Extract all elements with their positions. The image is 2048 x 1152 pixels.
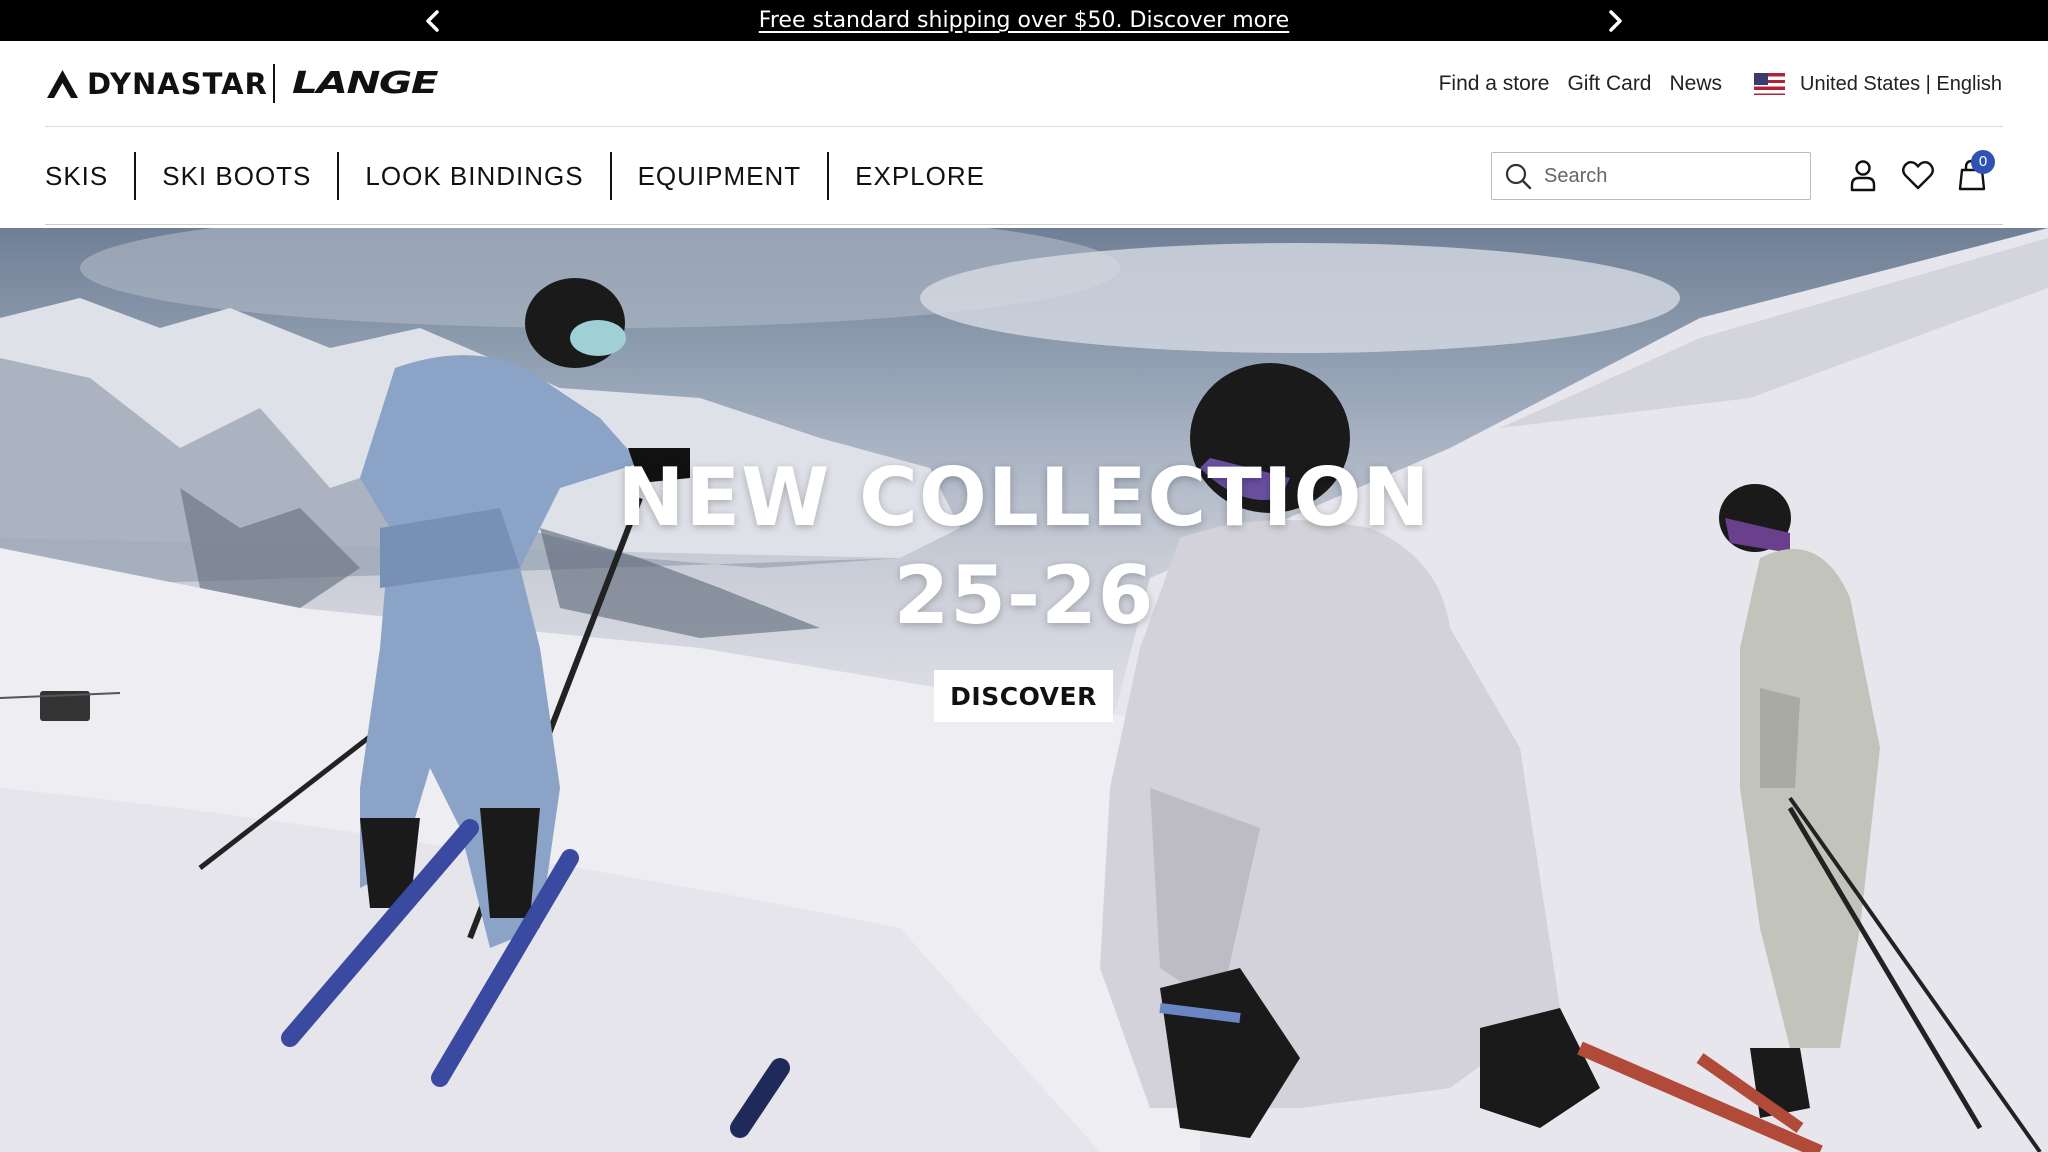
locale-label: United States | English [1800, 72, 2002, 95]
nav-divider [45, 224, 2003, 225]
search-input[interactable] [1544, 164, 1784, 188]
nav-item-explore[interactable]: EXPLORE [829, 152, 1011, 200]
hero-subtitle: 25-26 [893, 549, 1155, 642]
nav-item-skis[interactable]: SKIS [45, 152, 137, 200]
search-icon[interactable] [1504, 162, 1532, 190]
find-store-link[interactable]: Find a store [1439, 72, 1550, 96]
dynastar-wordmark: DYNASTAR [87, 67, 268, 101]
announcement-link[interactable]: Free standard shipping over $50. Discove… [759, 8, 1289, 33]
nav-item-ski-boots[interactable]: SKI BOOTS [136, 152, 340, 200]
gift-card-link[interactable]: Gift Card [1567, 72, 1651, 96]
announcement-bar: Free standard shipping over $50. Discove… [0, 0, 2048, 41]
dynastar-logo[interactable]: DYNASTAR [46, 67, 268, 101]
chevron-right-icon[interactable] [1602, 8, 1628, 34]
user-icon[interactable] [1845, 157, 1881, 193]
cart-count-badge: 0 [1971, 150, 1995, 174]
discover-button[interactable]: DISCOVER [934, 670, 1113, 722]
us-flag-icon [1754, 73, 1786, 95]
nav-item-look-bindings[interactable]: LOOK BINDINGS [339, 152, 612, 200]
utility-nav: Find a store Gift Card News United State… [1439, 41, 2048, 127]
news-link[interactable]: News [1670, 72, 1723, 96]
logo-divider [273, 64, 275, 103]
locale-selector[interactable]: United States | English [1754, 73, 2002, 96]
heart-icon[interactable] [1900, 157, 1936, 193]
nav-item-equipment[interactable]: EQUIPMENT [612, 152, 830, 200]
main-nav: SKIS SKI BOOTS LOOK BINDINGS EQUIPMENT E… [45, 152, 1011, 200]
hero-title: NEW COLLECTION [617, 451, 1431, 544]
search-box[interactable] [1491, 152, 1811, 200]
dynastar-mark-icon [47, 70, 78, 98]
hero-banner: NEW COLLECTION 25-26 DISCOVER [0, 228, 2048, 1152]
lange-logo[interactable]: LANGE [292, 66, 439, 102]
main-nav-row: SKIS SKI BOOTS LOOK BINDINGS EQUIPMENT E… [0, 127, 2048, 225]
header-top: DYNASTAR LANGE Find a store Gift Card Ne… [0, 41, 2048, 127]
chevron-left-icon[interactable] [420, 8, 446, 34]
